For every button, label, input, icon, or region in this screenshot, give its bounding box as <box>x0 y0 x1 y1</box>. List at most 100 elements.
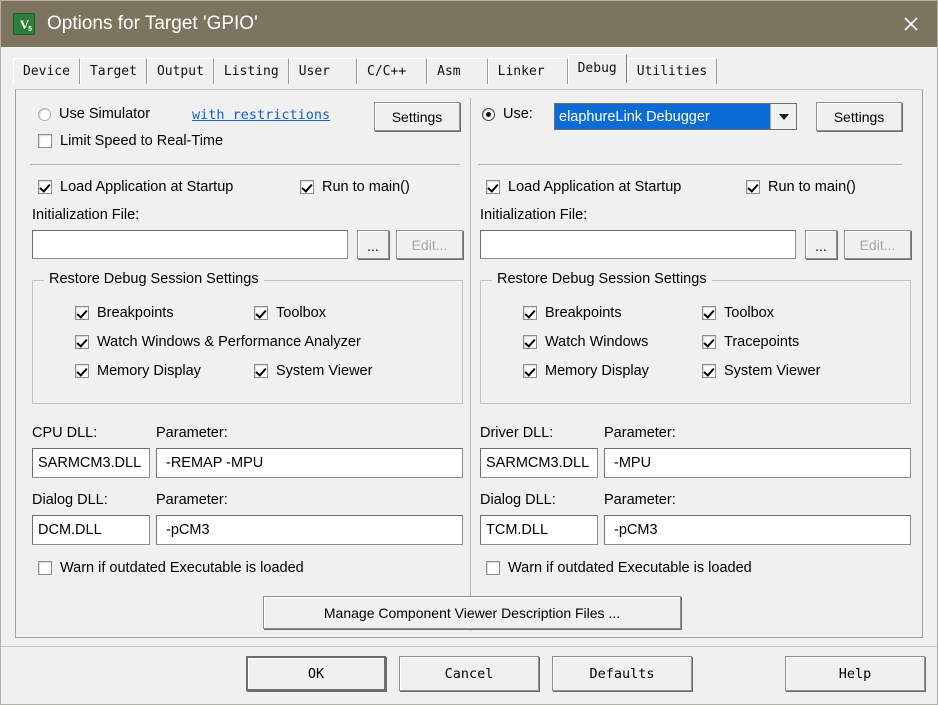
checkbox-indicator <box>486 561 500 575</box>
dbg-init-file-browse-button[interactable]: ... <box>805 230 837 259</box>
dbg-init-file-input[interactable] <box>480 230 796 259</box>
dbg-dialog-parameter-label: Parameter: <box>604 492 676 508</box>
dbg-restore-system-viewer[interactable]: System Viewer <box>702 363 820 379</box>
tabstrip: Device Target Output Listing User C/C++ … <box>1 54 937 84</box>
item-label: Toolbox <box>724 305 774 321</box>
dbg-warn-outdated-checkbox[interactable]: Warn if outdated Executable is loaded <box>486 560 752 576</box>
dbg-run-to-main-checkbox[interactable]: Run to main() <box>746 179 856 195</box>
simulator-section-divider <box>30 164 460 165</box>
tab-device[interactable]: Device <box>13 58 80 84</box>
debugger-pane: Use: elaphureLink Debugger Settings Load… <box>472 90 922 637</box>
cancel-button[interactable]: Cancel <box>399 656 539 691</box>
sim-restore-breakpoints[interactable]: Breakpoints <box>75 305 174 321</box>
sim-warn-outdated-checkbox[interactable]: Warn if outdated Executable is loaded <box>38 560 304 576</box>
tab-utilities[interactable]: Utilities <box>626 58 718 84</box>
tab-listing[interactable]: Listing <box>213 58 289 84</box>
dbg-restore-tracepoints[interactable]: Tracepoints <box>702 334 799 350</box>
sim-init-file-label: Initialization File: <box>32 207 140 223</box>
tab-target[interactable]: Target <box>79 58 147 84</box>
checkbox-indicator <box>254 306 268 320</box>
radio-indicator <box>482 107 495 121</box>
use-simulator-radio[interactable]: Use Simulator <box>38 106 150 122</box>
simulator-settings-button[interactable]: Settings <box>374 102 460 131</box>
dbg-dialog-dll-input[interactable]: TCM.DLL <box>480 515 598 545</box>
dbg-load-app-label: Load Application at Startup <box>508 179 682 195</box>
sim-restore-system-viewer[interactable]: System Viewer <box>254 363 372 379</box>
dbg-dialog-dll-label: Dialog DLL: <box>480 492 556 508</box>
sim-restore-session-title: Restore Debug Session Settings <box>44 271 264 287</box>
with-restrictions-link[interactable]: with restrictions <box>192 107 330 123</box>
sim-dialog-dll-input[interactable]: DCM.DLL <box>32 515 150 545</box>
limit-speed-checkbox[interactable]: Limit Speed to Real-Time <box>38 133 223 149</box>
checkbox-indicator <box>523 306 537 320</box>
sim-run-to-main-label: Run to main() <box>322 179 410 195</box>
sim-restore-memory-display[interactable]: Memory Display <box>75 363 201 379</box>
tab-c-cpp[interactable]: C/C++ <box>357 58 428 84</box>
tab-asm[interactable]: Asm <box>427 58 488 84</box>
dbg-restore-memory-display[interactable]: Memory Display <box>523 363 649 379</box>
checkbox-indicator <box>486 180 500 194</box>
item-label: Memory Display <box>97 363 201 379</box>
item-label: System Viewer <box>276 363 373 379</box>
sim-init-file-input[interactable] <box>32 230 348 259</box>
use-debugger-radio[interactable]: Use: <box>482 106 533 122</box>
checkbox-indicator <box>75 335 89 349</box>
sim-restore-toolbox[interactable]: Toolbox <box>254 305 326 321</box>
dbg-run-to-main-label: Run to main() <box>768 179 856 195</box>
sim-load-app-label: Load Application at Startup <box>60 179 234 195</box>
sim-init-file-edit-button: Edit... <box>396 230 463 259</box>
dbg-init-file-edit-button: Edit... <box>844 230 911 259</box>
item-label: Tracepoints <box>724 334 800 350</box>
dbg-restore-session-group: Restore Debug Session Settings Breakpoin… <box>480 271 911 404</box>
debugger-select[interactable]: elaphureLink Debugger <box>554 103 797 130</box>
close-icon[interactable] <box>885 1 937 47</box>
sim-dialog-dll-label: Dialog DLL: <box>32 492 108 508</box>
checkbox-indicator <box>300 180 314 194</box>
sim-dialog-parameter-input[interactable]: -pCM3 <box>156 515 463 545</box>
cpu-parameter-input[interactable]: -REMAP -MPU <box>156 448 463 478</box>
sim-run-to-main-checkbox[interactable]: Run to main() <box>300 179 410 195</box>
chevron-down-icon[interactable] <box>770 104 796 129</box>
checkbox-indicator <box>38 180 52 194</box>
debugger-settings-button[interactable]: Settings <box>816 102 902 131</box>
sim-restore-session-group: Restore Debug Session Settings Breakpoin… <box>32 271 463 404</box>
radio-indicator <box>38 107 51 121</box>
dbg-restore-toolbox[interactable]: Toolbox <box>702 305 774 321</box>
item-label: Breakpoints <box>97 305 174 321</box>
checkbox-indicator <box>75 364 89 378</box>
tab-debug[interactable]: Debug <box>567 54 627 83</box>
sim-init-file-browse-button[interactable]: ... <box>357 230 389 259</box>
driver-dll-input[interactable]: SARMCM3.DLL <box>480 448 598 478</box>
driver-parameter-label: Parameter: <box>604 425 676 441</box>
help-button[interactable]: Help <box>785 656 925 691</box>
item-label: Watch Windows & Performance Analyzer <box>97 334 361 350</box>
driver-parameter-input[interactable]: -MPU <box>604 448 911 478</box>
titlebar: V5 Options for Target 'GPIO' <box>1 1 937 47</box>
item-label: Toolbox <box>276 305 326 321</box>
sim-restore-watch-windows-perf[interactable]: Watch Windows & Performance Analyzer <box>75 334 361 350</box>
dbg-restore-watch-windows[interactable]: Watch Windows <box>523 334 648 350</box>
limit-speed-label: Limit Speed to Real-Time <box>60 133 224 149</box>
debugger-section-divider <box>478 164 902 165</box>
checkbox-indicator <box>746 180 760 194</box>
dbg-dialog-parameter-input[interactable]: -pCM3 <box>604 515 911 545</box>
manage-component-viewer-button[interactable]: Manage Component Viewer Description File… <box>263 596 681 629</box>
sim-dialog-parameter-label: Parameter: <box>156 492 228 508</box>
defaults-button[interactable]: Defaults <box>552 656 692 691</box>
tab-output[interactable]: Output <box>146 58 214 84</box>
simulator-pane: Use Simulator with restrictions Settings… <box>16 90 466 637</box>
dbg-restore-session-title: Restore Debug Session Settings <box>492 271 712 287</box>
ok-button[interactable]: OK <box>246 656 386 691</box>
tab-linker[interactable]: Linker <box>487 58 568 84</box>
dbg-load-app-checkbox[interactable]: Load Application at Startup <box>486 179 681 195</box>
footer-bar: OK Cancel Defaults Help <box>1 647 937 704</box>
dbg-restore-breakpoints[interactable]: Breakpoints <box>523 305 622 321</box>
checkbox-indicator <box>523 364 537 378</box>
driver-dll-label: Driver DLL: <box>480 425 554 441</box>
item-label: Watch Windows <box>545 334 649 350</box>
tab-user[interactable]: User <box>288 58 358 84</box>
cpu-dll-input[interactable]: SARMCM3.DLL <box>32 448 150 478</box>
checkbox-indicator <box>523 335 537 349</box>
item-label: Breakpoints <box>545 305 622 321</box>
sim-load-app-checkbox[interactable]: Load Application at Startup <box>38 179 233 195</box>
